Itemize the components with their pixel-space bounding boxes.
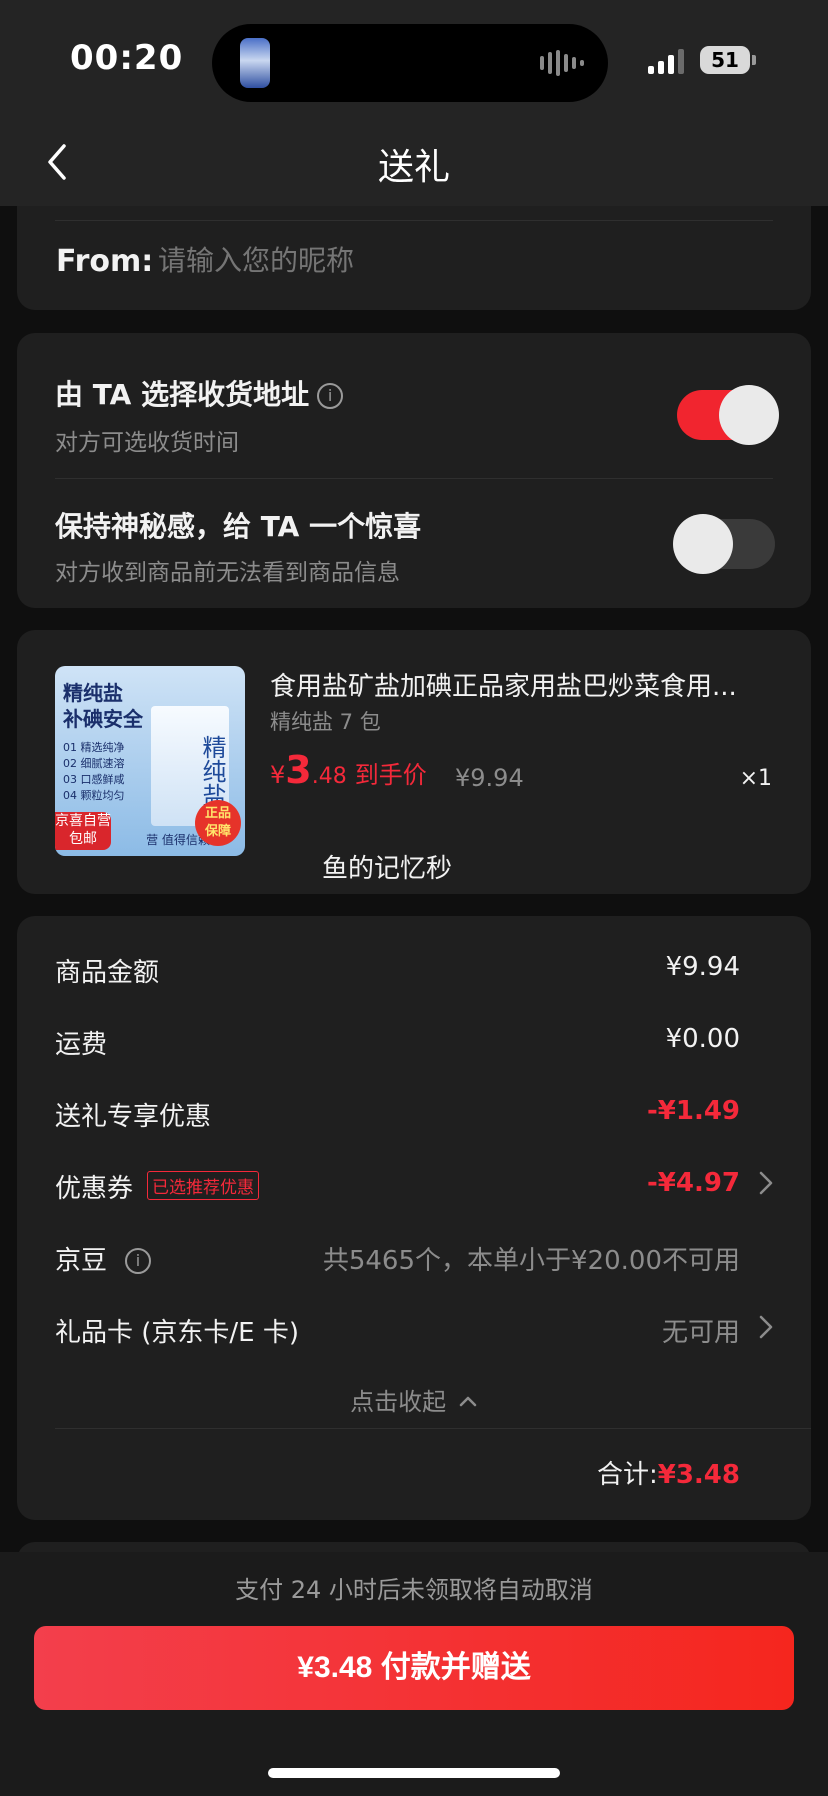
shipping-value: ¥0.00 [665,1024,740,1054]
nav-bar: 送礼 [0,124,828,206]
goods-amount-label: 商品金额 [55,958,160,988]
free-shipping-badge: 京喜自营 包邮 [55,812,111,850]
price-tag: 到手价 [354,761,427,789]
giftcard-value[interactable]: 无可用 [662,1312,740,1349]
battery-icon: 51 [700,46,750,74]
audio-wave-icon [540,50,584,76]
status-time: 00:20 [70,38,184,78]
info-icon[interactable]: i [125,1248,152,1274]
image-feature-list: 01 精选纯净 02 细腻速溶 03 口感鲜咸 04 颗粒均匀 [63,740,125,804]
price-decimal: .48 [311,764,347,789]
mystery-toggle[interactable] [673,514,775,574]
badge-line: 京喜自营 [55,813,111,829]
coupon-row-label[interactable]: 优惠券 已选推荐优惠 [55,1168,260,1205]
divider [55,478,773,479]
recipient-nickname: 鱼的记忆秒 [322,854,453,884]
from-label: From: [56,244,154,279]
address-option-label: 由 TA 选择收货地址 [55,378,310,411]
pay-and-gift-button[interactable]: ¥3.48 付款并赠送 [34,1626,794,1710]
divider [55,220,773,221]
original-price: ¥9.94 [455,764,524,792]
product-image[interactable]: 精纯盐 补碘安全 01 精选纯净 02 细腻速溶 03 口感鲜咸 04 颗粒均匀… [55,666,245,856]
price-integer: 3 [285,748,312,792]
order-total: 合计:¥3.48 [597,1454,740,1491]
address-option-subtitle: 对方可选收货时间 [55,430,239,456]
gift-discount-value: -¥1.49 [646,1096,740,1126]
image-feature: 03 口感鲜咸 [63,773,125,786]
price-summary-card: 商品金额 ¥9.94 运费 ¥0.00 送礼专享优惠 -¥1.49 优惠券 已选推… [17,916,811,1520]
coupon-recommended-tag: 已选推荐优惠 [147,1171,260,1200]
image-feature: 01 精选纯净 [63,741,125,754]
image-feature: 02 细腻速溶 [63,757,125,770]
battery-tip [752,55,756,65]
jingdou-row-label: 京豆 i [55,1240,152,1277]
price-symbol: ¥ [270,761,286,789]
image-feature: 04 颗粒均匀 [63,789,125,802]
coupon-label: 优惠券 [55,1174,134,1204]
giftcard-label[interactable]: 礼品卡 (京东卡/E 卡) [55,1312,299,1349]
toggle-knob [673,514,733,574]
collapse-label: 点击收起 [350,1388,447,1416]
total-label: 合计: [596,1460,658,1490]
collapse-link[interactable]: 点击收起 [0,1382,828,1417]
product-title[interactable]: 食用盐矿盐加碘正品家用盐巴炒菜食用... [270,666,770,703]
nickname-input[interactable] [158,244,718,277]
chevron-up-icon [459,1396,477,1407]
address-option-title: 由 TA 选择收货地址 i [55,373,344,413]
badge-line: 包邮 [69,831,97,847]
cellular-signal-icon [648,48,684,74]
mystery-option-subtitle: 对方收到商品前无法看到商品信息 [55,560,400,586]
goods-amount-value: ¥9.94 [665,952,740,982]
divider [55,1428,811,1429]
jingdou-value: 共5465个，本单小于¥20.00不可用 [322,1246,740,1276]
product-quantity: ×1 [739,766,772,791]
chevron-right-icon[interactable] [758,1314,774,1340]
coupon-value[interactable]: -¥4.97 [647,1168,740,1198]
gift-options-card: 由 TA 选择收货地址 i 对方可选收货时间 保持神秘感，给 TA 一个惊喜 对方… [17,333,811,608]
dynamic-island[interactable] [212,24,608,102]
total-value: ¥3.48 [657,1460,740,1490]
home-indicator[interactable] [268,1768,560,1778]
status-bar: 00:20 51 [0,0,828,124]
product-spec: 精纯盐 7 包 [270,710,381,734]
auto-cancel-hint: 支付 24 小时后未领取将自动取消 [235,1576,593,1604]
chevron-right-icon[interactable] [758,1170,774,1196]
mystery-option-title: 保持神秘感，给 TA 一个惊喜 [55,510,422,543]
gift-discount-label: 送礼专享优惠 [55,1102,212,1132]
genuine-badge: 正品 保障 [195,800,241,846]
info-icon[interactable]: i [317,383,344,409]
toggle-knob [719,385,779,445]
now-playing-thumbnail [240,38,270,88]
image-headline-1: 精纯盐 [63,681,123,705]
shipping-label: 运费 [55,1030,108,1060]
address-toggle[interactable] [677,385,779,445]
product-image-headline: 精纯盐 补碘安全 [63,680,143,732]
page-title: 送礼 [377,147,450,188]
jingdou-label: 京豆 [55,1246,108,1276]
badge-line: 正品 [204,806,231,821]
image-headline-2: 补碘安全 [63,707,143,731]
badge-line: 保障 [204,824,231,839]
product-price: ¥3.48 到手价 [270,748,427,792]
